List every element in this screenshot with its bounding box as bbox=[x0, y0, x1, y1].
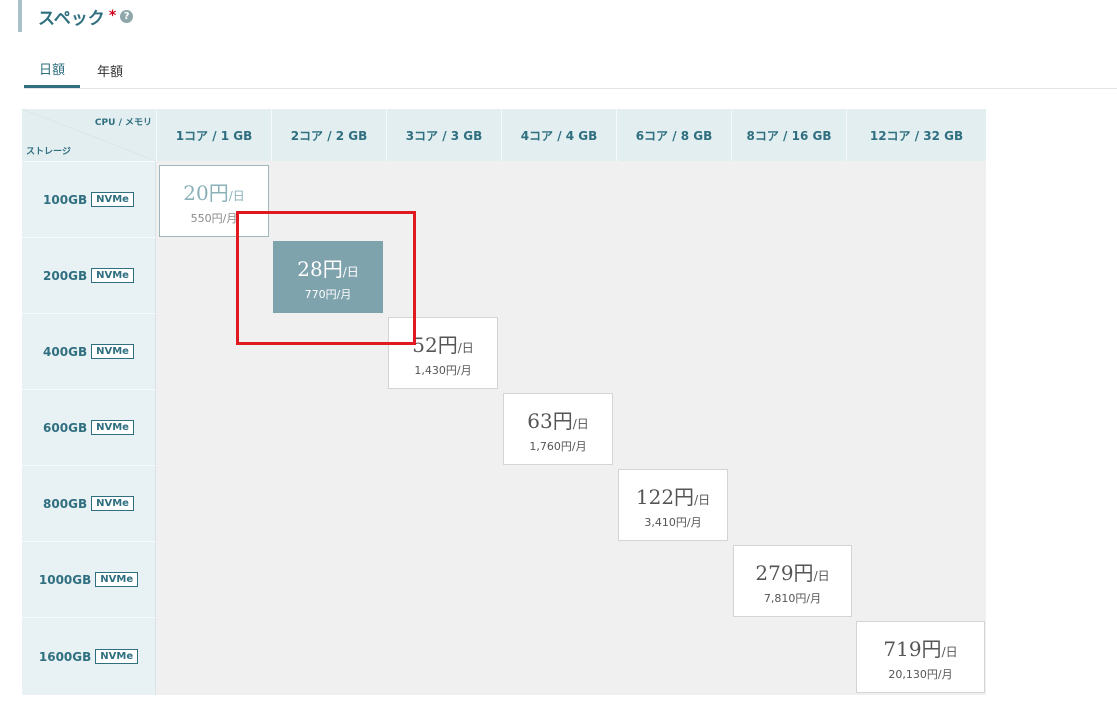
plan-cell-12core-1600gb[interactable]: 719円/日 20,130円/月 bbox=[856, 621, 985, 693]
monthly-price: 1,430円/月 bbox=[414, 363, 472, 377]
daily-price: 63円 bbox=[527, 408, 573, 433]
daily-unit: /日 bbox=[572, 416, 589, 431]
tab-yearly[interactable]: 年額 bbox=[82, 52, 138, 88]
grid-corner: CPU / メモリ ストレージ bbox=[22, 109, 156, 161]
daily-price: 52円 bbox=[412, 332, 458, 357]
storage-label: 1000GB bbox=[38, 572, 92, 587]
row-header-storage: 400GB NVMe bbox=[22, 313, 156, 389]
plan-cell-6core-800gb[interactable]: 122円/日 3,410円/月 bbox=[618, 469, 728, 541]
help-icon[interactable]: ? bbox=[120, 9, 134, 23]
required-mark: * bbox=[108, 8, 117, 24]
daily-unit: /日 bbox=[228, 188, 245, 203]
spec-grid: CPU / メモリ ストレージ 1コア / 1 GB 2コア / 2 GB 3コ… bbox=[22, 109, 986, 695]
nvme-badge: NVMe bbox=[95, 572, 139, 587]
nvme-badge: NVMe bbox=[91, 496, 134, 511]
nvme-badge: NVMe bbox=[91, 192, 134, 207]
corner-label-storage: ストレージ bbox=[26, 147, 71, 157]
row-header-storage: 800GB NVMe bbox=[22, 465, 156, 541]
monthly-price: 770円/月 bbox=[304, 287, 352, 301]
storage-label: 1600GB bbox=[38, 649, 92, 664]
plan-cell-2core-200gb[interactable]: 28円/日 770円/月 bbox=[273, 241, 383, 313]
plan-cell-8core-1000gb[interactable]: 279円/日 7,810円/月 bbox=[733, 545, 852, 617]
plan-cell-1core-100gb[interactable]: 20円/日 550円/月 bbox=[159, 165, 269, 237]
nvme-badge: NVMe bbox=[95, 649, 139, 664]
pricing-tabs: 日額 年額 bbox=[24, 52, 1117, 89]
plan-cell-3core-400gb[interactable]: 52円/日 1,430円/月 bbox=[388, 317, 498, 389]
daily-unit: /日 bbox=[694, 492, 711, 507]
daily-unit: /日 bbox=[457, 340, 474, 355]
daily-unit: /日 bbox=[941, 644, 958, 659]
storage-label: 400GB bbox=[43, 344, 88, 359]
storage-label: 100GB bbox=[43, 192, 88, 207]
column-header: 1コア / 1 GB bbox=[156, 109, 271, 161]
column-header: 3コア / 3 GB bbox=[386, 109, 501, 161]
daily-price: 20円 bbox=[183, 180, 229, 205]
daily-price: 279円 bbox=[755, 560, 814, 585]
column-header: 8コア / 16 GB bbox=[731, 109, 846, 161]
corner-label-cpu-memory: CPU / メモリ bbox=[94, 118, 152, 128]
row-header-storage: 100GB NVMe bbox=[22, 161, 156, 237]
row-header-storage: 1000GB NVMe bbox=[22, 541, 156, 617]
column-header: 12コア / 32 GB bbox=[846, 109, 986, 161]
section-title: スペック * ? bbox=[18, 0, 134, 32]
storage-label: 200GB bbox=[43, 268, 88, 283]
monthly-price: 550円/月 bbox=[190, 211, 238, 225]
daily-unit: /日 bbox=[342, 264, 359, 279]
nvme-badge: NVMe bbox=[91, 344, 134, 359]
row-header-storage: 600GB NVMe bbox=[22, 389, 156, 465]
nvme-badge: NVMe bbox=[91, 268, 134, 283]
monthly-price: 20,130円/月 bbox=[888, 667, 953, 681]
daily-price: 719円 bbox=[883, 636, 942, 661]
page-title: スペック bbox=[38, 8, 105, 29]
monthly-price: 1,760円/月 bbox=[529, 439, 587, 453]
row-header-storage: 200GB NVMe bbox=[22, 237, 156, 313]
daily-unit: /日 bbox=[813, 568, 830, 583]
monthly-price: 7,810円/月 bbox=[763, 591, 822, 605]
row-header-storage: 1600GB NVMe bbox=[22, 617, 156, 695]
column-header: 6コア / 8 GB bbox=[616, 109, 731, 161]
tab-daily[interactable]: 日額 bbox=[24, 52, 80, 88]
storage-label: 600GB bbox=[43, 420, 88, 435]
daily-price: 122円 bbox=[635, 484, 695, 509]
column-header: 2コア / 2 GB bbox=[271, 109, 386, 161]
monthly-price: 3,410円/月 bbox=[644, 515, 702, 529]
plan-cell-4core-600gb[interactable]: 63円/日 1,760円/月 bbox=[503, 393, 613, 465]
nvme-badge: NVMe bbox=[91, 420, 134, 435]
column-header-row: CPU / メモリ ストレージ 1コア / 1 GB 2コア / 2 GB 3コ… bbox=[22, 109, 986, 161]
column-header: 4コア / 4 GB bbox=[501, 109, 616, 161]
daily-price: 28円 bbox=[297, 256, 343, 281]
storage-label: 800GB bbox=[43, 496, 88, 511]
